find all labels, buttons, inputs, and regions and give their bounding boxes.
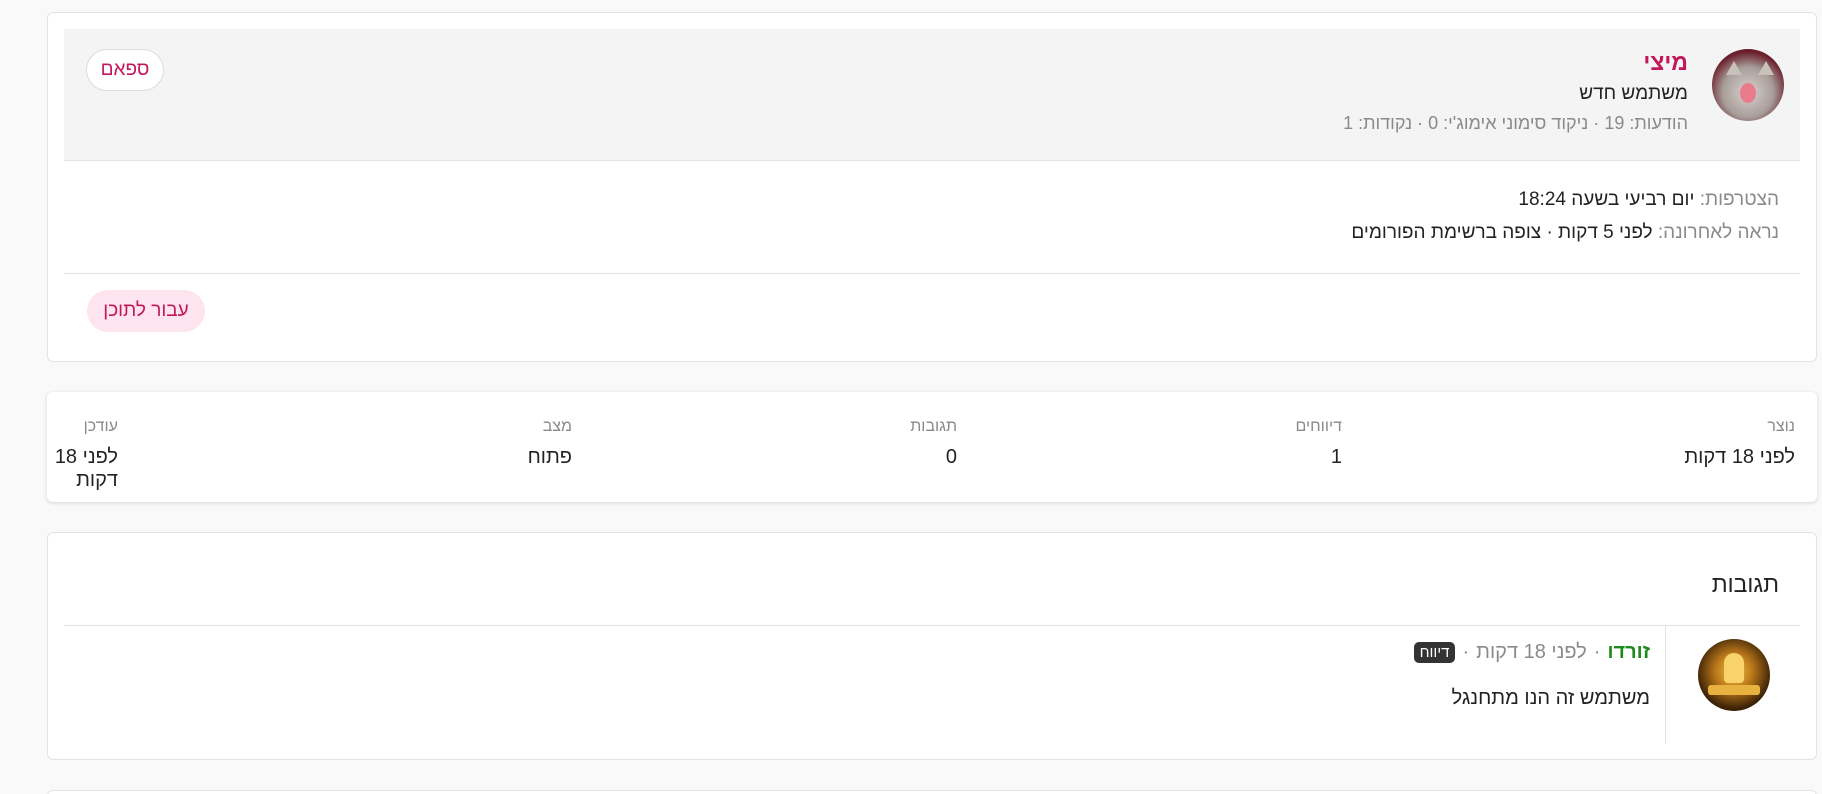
report-badge: דיווח xyxy=(1413,642,1456,663)
reply-avatar[interactable] xyxy=(1698,639,1770,711)
stat-updated: עודכן לפני 18 דקות xyxy=(47,418,118,492)
divider xyxy=(64,625,1800,626)
joined-label: הצטרפות: xyxy=(1699,189,1779,210)
user-header: מיצי משתמש חדש הודעות: 19 · ניקוד סימוני… xyxy=(64,29,1800,161)
joined-info: הצטרפות: יום רביעי בשעה 18:24 xyxy=(1518,189,1779,211)
user-card: מיצי משתמש חדש הודעות: 19 · ניקוד סימוני… xyxy=(47,12,1817,362)
last-seen-label: נראה לאחרונה: xyxy=(1657,222,1779,243)
stat-status-label: מצב xyxy=(542,418,572,435)
user-avatar[interactable] xyxy=(1712,49,1784,121)
stat-created-value: לפני 18 דקות xyxy=(1684,446,1795,468)
stat-replies-label: תגובות xyxy=(910,418,957,435)
stat-reports: דיווחים 1 xyxy=(1295,418,1342,469)
stat-status: מצב פתוח xyxy=(528,418,572,469)
reply-author[interactable]: זורדו xyxy=(1607,641,1650,664)
replies-card: תגובות זורדו · לפני 18 דקות · דיווח משתמ… xyxy=(47,532,1817,760)
stat-created: נוצר לפני 18 דקות xyxy=(1684,418,1795,469)
separator: · xyxy=(1462,641,1470,663)
report-stats-card: נוצר לפני 18 דקות דיווחים 1 תגובות 0 מצב… xyxy=(47,392,1817,502)
stat-replies: תגובות 0 xyxy=(910,418,957,469)
user-title: משתמש חדש xyxy=(1579,83,1688,104)
reply-body: משתמש זה הנו מתחנגל xyxy=(1451,687,1650,709)
stat-created-label: נוצר xyxy=(1767,418,1795,435)
stat-status-value: פתוח xyxy=(527,446,572,468)
reply-meta: זורדו · לפני 18 דקות · דיווח xyxy=(1413,641,1650,664)
divider xyxy=(64,273,1800,274)
go-to-content-button[interactable]: עבור לתוכן xyxy=(87,290,205,332)
last-seen-value: לפני 5 דקות · צופה ברשימת הפורומים xyxy=(1351,222,1653,243)
next-card xyxy=(47,790,1817,794)
last-seen-info: נראה לאחרונה: לפני 5 דקות · צופה ברשימת … xyxy=(1351,222,1779,244)
joined-value: יום רביעי בשעה 18:24 xyxy=(1518,189,1695,210)
spam-button[interactable]: ספאם xyxy=(86,49,164,91)
user-name[interactable]: מיצי xyxy=(1643,49,1688,76)
replies-title: תגובות xyxy=(1711,571,1779,597)
user-stats: הודעות: 19 · ניקוד סימוני אימוג'י: 0 · נ… xyxy=(1343,113,1688,133)
stat-replies-value: 0 xyxy=(945,446,957,468)
separator: · xyxy=(1593,641,1601,663)
stat-reports-value: 1 xyxy=(1330,446,1342,468)
stat-updated-label: עודכן xyxy=(83,418,118,435)
reply-time[interactable]: לפני 18 דקות xyxy=(1476,641,1587,664)
stat-reports-label: דיווחים xyxy=(1295,418,1342,435)
stat-updated-value: לפני 18 דקות xyxy=(54,446,118,491)
divider xyxy=(1665,626,1666,744)
